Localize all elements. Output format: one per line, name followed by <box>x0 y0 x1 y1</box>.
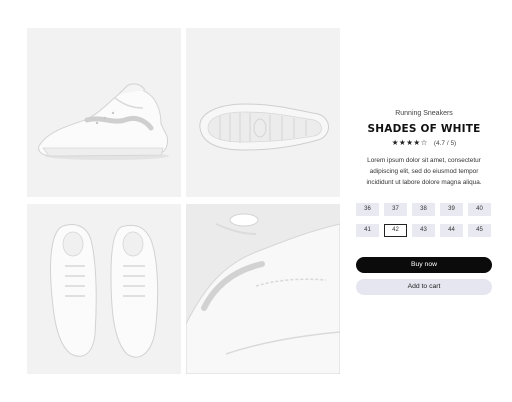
size-option[interactable]: 40 <box>468 203 491 216</box>
size-option[interactable]: 44 <box>440 224 463 237</box>
size-option[interactable]: 45 <box>468 224 491 237</box>
sneaker-pair-top-view-image[interactable] <box>27 204 181 374</box>
size-option[interactable]: 38 <box>412 203 435 216</box>
sneaker-side-illustration <box>38 83 169 160</box>
add-to-cart-button[interactable]: Add to cart <box>356 279 492 295</box>
size-option[interactable]: 37 <box>384 203 407 216</box>
sneaker-closeup-view-image[interactable] <box>186 204 340 374</box>
size-option[interactable]: 43 <box>412 224 435 237</box>
product-page: Running Sneakers SHADES OF WHITE ★★★★☆ (… <box>0 0 512 402</box>
sneaker-sole-view-image[interactable] <box>186 28 340 197</box>
product-title: SHADES OF WHITE <box>367 123 481 135</box>
sneaker-sole-illustration <box>199 103 329 151</box>
size-option-selected[interactable]: 42 <box>384 224 407 237</box>
product-gallery <box>27 28 340 374</box>
product-category: Running Sneakers <box>395 110 453 117</box>
size-option[interactable]: 41 <box>356 224 379 237</box>
sneaker-closeup-illustration <box>186 204 340 374</box>
size-option[interactable]: 39 <box>440 203 463 216</box>
buy-now-button[interactable]: Buy now <box>356 257 492 273</box>
sneaker-side-view-image[interactable] <box>27 28 181 197</box>
product-description: Lorem ipsum dolor sit amet, consectetur … <box>366 157 482 186</box>
product-rating: ★★★★☆ (4.7 / 5) <box>356 138 492 147</box>
sneaker-pair-illustration <box>50 224 159 358</box>
size-option[interactable]: 36 <box>356 203 379 216</box>
star-rating-icon: ★★★★☆ <box>391 138 428 147</box>
rating-value: (4.7 / 5) <box>433 140 457 147</box>
